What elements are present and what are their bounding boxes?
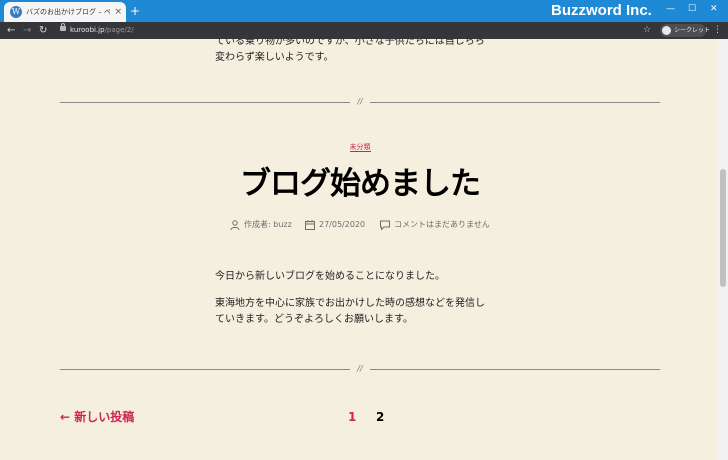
browser-tab[interactable]: W バズのお出かけブログ – ページ 2 × bbox=[4, 2, 126, 22]
post-paragraph-2-line-1: 東海地方を中心に家族でお出かけした時の感想などを発信し bbox=[215, 298, 485, 309]
back-button[interactable]: ← bbox=[7, 24, 15, 37]
divider-mark: // bbox=[357, 97, 363, 106]
tab-title: バズのお出かけブログ – ページ 2 bbox=[26, 8, 110, 16]
page-content: ている乗り物が多いのですが、小さな子供たちには自じらら 変わらず楽しいようです。… bbox=[0, 39, 718, 460]
incognito-label: シークレット bbox=[674, 27, 711, 34]
close-button[interactable]: ✕ bbox=[710, 2, 718, 16]
bookmark-star-icon[interactable]: ☆ bbox=[643, 24, 651, 37]
forward-button[interactable]: → bbox=[23, 24, 31, 37]
prev-post-line-2: 変わらず楽しいようです。 bbox=[215, 52, 334, 63]
reload-button[interactable]: ↻ bbox=[39, 24, 47, 37]
browser-menu-icon[interactable]: ⋮ bbox=[713, 24, 722, 37]
post-title-link[interactable]: ブログ始めました bbox=[160, 162, 560, 206]
post-divider: // bbox=[60, 97, 660, 107]
date-label: 27/05/2020 bbox=[319, 220, 366, 229]
wordpress-icon: W bbox=[10, 6, 22, 18]
address-bar[interactable]: kuroobi.jp/page/2/ bbox=[70, 25, 134, 36]
brand-watermark: Buzzword Inc. bbox=[551, 2, 652, 19]
window-titlebar: W バズのお出かけブログ – ページ 2 × + Buzzword Inc. —… bbox=[0, 0, 728, 22]
new-tab-button[interactable]: + bbox=[130, 3, 140, 19]
minimize-button[interactable]: — bbox=[666, 2, 675, 16]
author-label: 作成者: buzz bbox=[244, 220, 292, 229]
page-scrollbar[interactable] bbox=[718, 39, 728, 460]
tab-close-icon[interactable]: × bbox=[114, 5, 122, 19]
post-paragraph-2: 東海地方を中心に家族でお出かけした時の感想などを発信し ていきます。どうぞよろし… bbox=[215, 296, 515, 328]
page-2-current: 2 bbox=[376, 410, 385, 424]
incognito-badge[interactable]: シークレット bbox=[660, 24, 710, 37]
calendar-icon bbox=[305, 220, 315, 230]
pagination-divider: // bbox=[60, 364, 660, 374]
lock-icon bbox=[60, 23, 66, 31]
prev-post-line-1: ている乗り物が多いのですが、小さな子供たちには自じらら bbox=[215, 39, 485, 47]
scrollbar-thumb[interactable] bbox=[720, 169, 726, 287]
comment-icon bbox=[380, 220, 390, 230]
post-paragraph-2-line-2: ていきます。どうぞよろしくお願いします。 bbox=[215, 314, 413, 325]
post-paragraph-1: 今日から新しいブログを始めることになりました。 bbox=[215, 271, 445, 282]
divider-mark: // bbox=[357, 364, 363, 373]
user-icon bbox=[230, 220, 240, 230]
incognito-icon bbox=[662, 26, 671, 35]
newer-posts-link[interactable]: ← 新しい投稿 bbox=[60, 409, 134, 425]
maximize-button[interactable]: ☐ bbox=[688, 2, 696, 16]
comments-label: コメントはまだありません bbox=[394, 220, 490, 229]
url-path: /page/2/ bbox=[104, 26, 134, 34]
post-category-link[interactable]: 未分類 bbox=[330, 142, 390, 152]
previous-post-text: ている乗り物が多いのですが、小さな子供たちには自じらら 変わらず楽しいようです。 bbox=[215, 39, 515, 66]
browser-toolbar: ← → ↻ kuroobi.jp/page/2/ ☆ シークレット ⋮ bbox=[0, 22, 728, 39]
page-1-link[interactable]: 1 bbox=[348, 409, 356, 425]
url-domain: kuroobi.jp bbox=[70, 26, 105, 34]
